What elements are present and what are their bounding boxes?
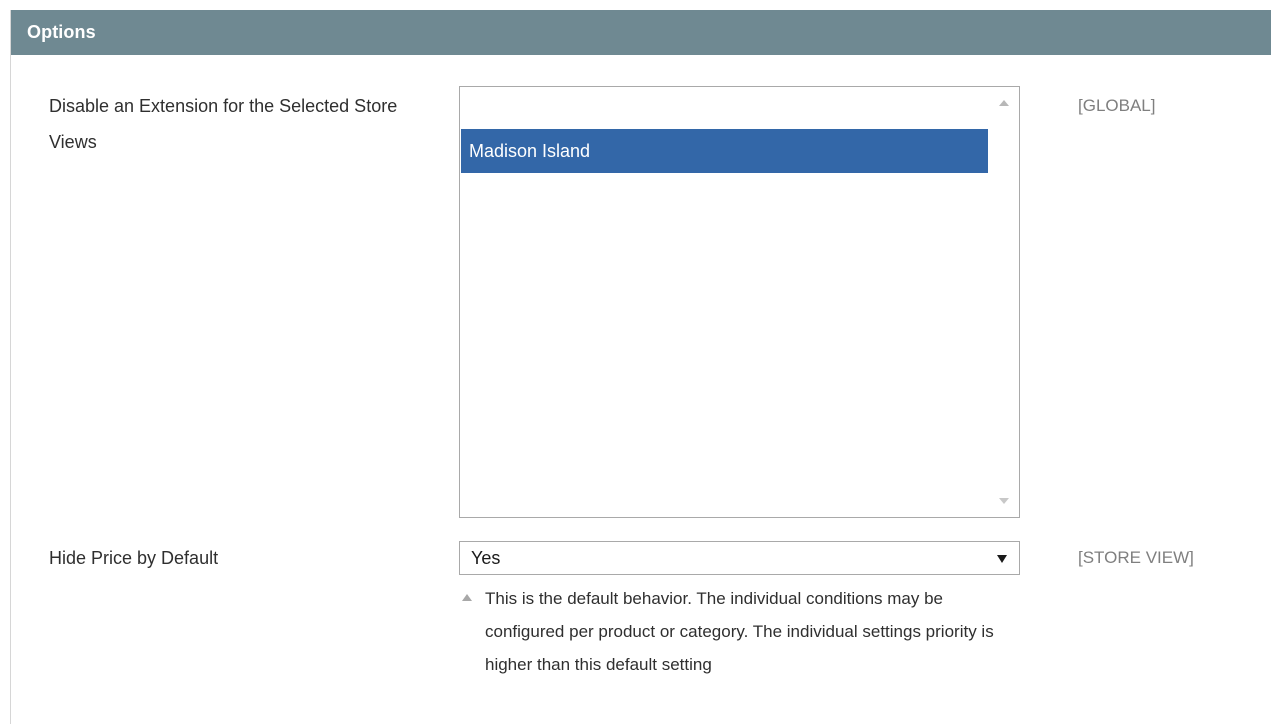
store-view-option-madison-island[interactable]: Madison Island: [461, 129, 988, 173]
section-header[interactable]: Options: [11, 10, 1271, 55]
scroll-down-arrow-icon[interactable]: [999, 498, 1009, 504]
scope-global-label: [GLOBAL]: [1078, 96, 1156, 115]
multiselect-scrollbar[interactable]: [989, 87, 1019, 517]
hide-price-select[interactable]: Yes: [459, 541, 1020, 575]
scroll-up-arrow-icon[interactable]: [999, 100, 1009, 106]
store-views-multiselect[interactable]: Madison Island: [459, 86, 1020, 518]
scope-store-view-label: [STORE VIEW]: [1078, 548, 1194, 567]
disable-extension-label: Disable an Extension for the Selected St…: [49, 96, 398, 152]
multiselect-empty-option[interactable]: [460, 87, 988, 129]
options-section: Options Disable an Extension for the Sel…: [10, 10, 1271, 724]
hide-price-select-value: Yes: [471, 547, 501, 568]
hide-price-label: Hide Price by Default: [49, 548, 219, 568]
section-title: Options: [27, 22, 96, 42]
note-triangle-icon: [462, 594, 472, 601]
dropdown-arrow-icon: [997, 555, 1007, 563]
hide-price-note-text: This is the default behavior. The indivi…: [485, 589, 994, 674]
